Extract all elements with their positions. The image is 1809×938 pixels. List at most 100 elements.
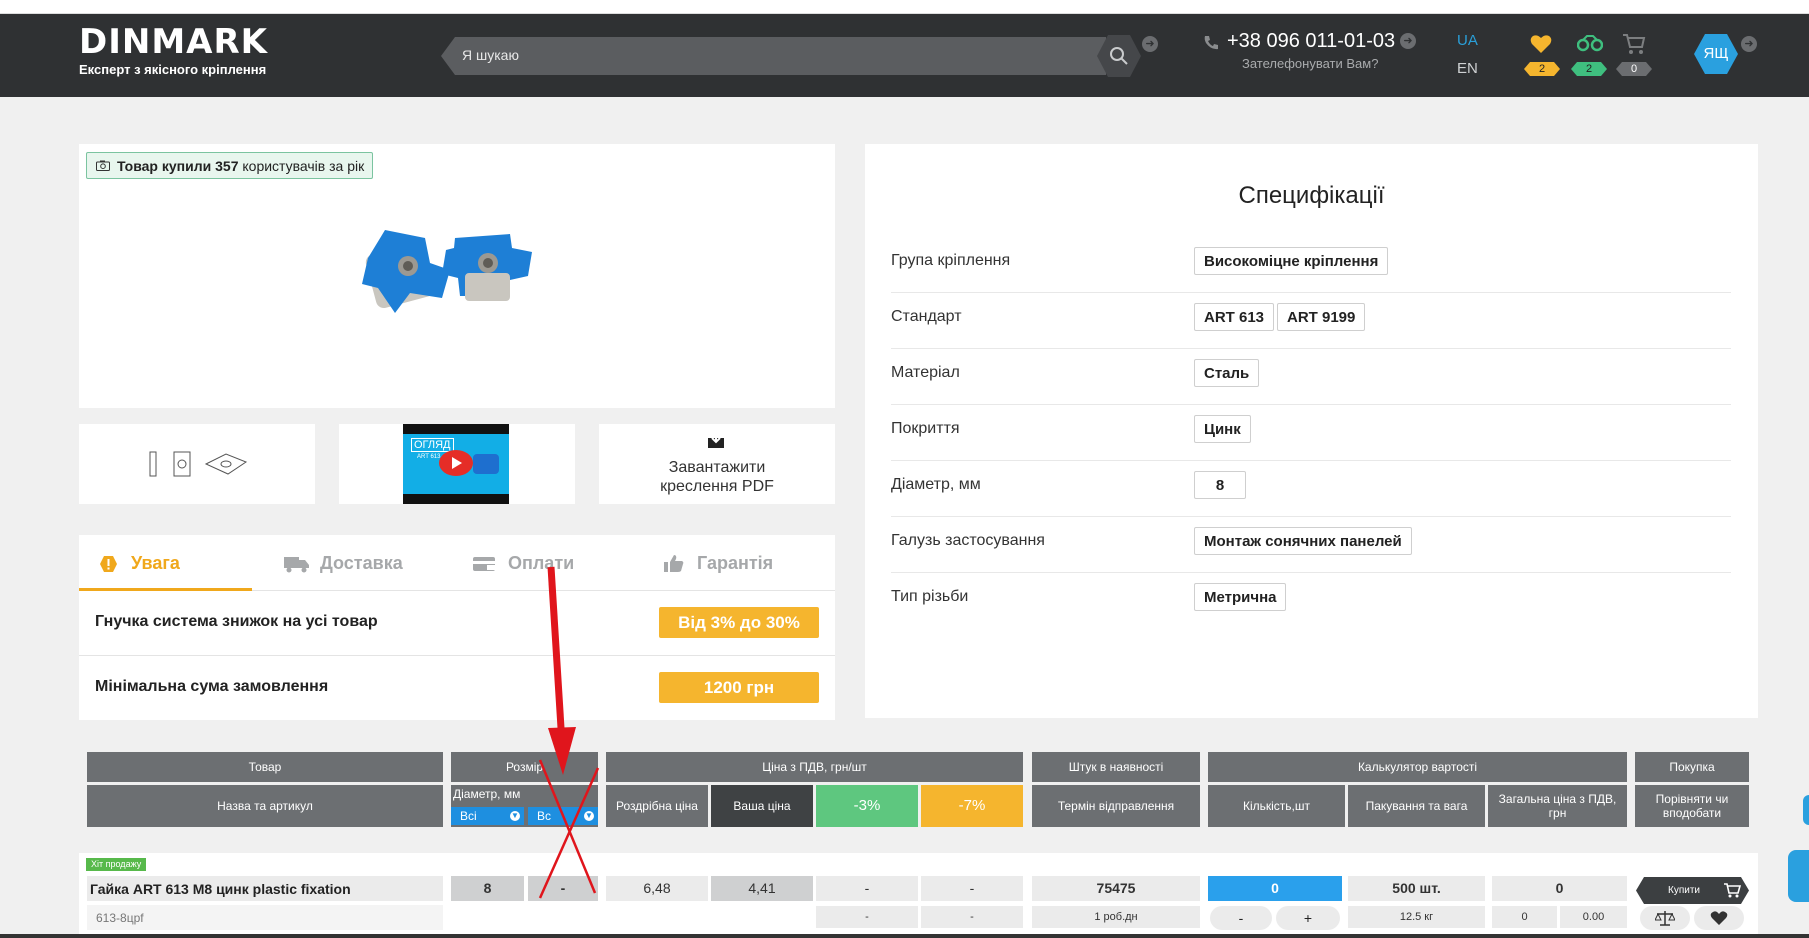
thumbs-up-icon bbox=[664, 555, 684, 572]
sh-total: Загальна ціна з ПДВ, грн bbox=[1488, 785, 1627, 827]
lang-ua[interactable]: UA bbox=[1457, 32, 1478, 49]
spec-label: Покриття bbox=[891, 420, 960, 437]
th-size: Розмір bbox=[451, 752, 598, 782]
specs-title: Специфікації bbox=[1238, 182, 1385, 209]
spec-divider bbox=[891, 404, 1731, 405]
minus-button[interactable]: - bbox=[1210, 906, 1272, 930]
spec-chip[interactable]: Монтаж сонячних панелей bbox=[1194, 527, 1412, 555]
th-stock: Штук в наявності bbox=[1032, 752, 1200, 782]
side-scroll-tab[interactable] bbox=[1803, 795, 1809, 825]
quantity-input[interactable]: 0 bbox=[1208, 876, 1342, 901]
spec-chip[interactable]: Цинк bbox=[1194, 415, 1251, 443]
spec-chip[interactable]: ART 9199 bbox=[1277, 303, 1366, 331]
spec-label: Група кріплення bbox=[891, 252, 1011, 269]
sh-retail-price: Роздрібна ціна bbox=[606, 785, 708, 827]
browser-bookmark-strip bbox=[0, 0, 1809, 14]
tab-attention[interactable]: Увага bbox=[131, 553, 180, 574]
video-caption: ОГЛЯД bbox=[411, 438, 454, 452]
tab-payment[interactable]: Оплати bbox=[508, 553, 574, 574]
th-purchase: Покупка bbox=[1635, 752, 1749, 782]
discount-pill: Від 3% до 30% bbox=[659, 607, 819, 638]
size-filter-select[interactable]: Вс ▼ bbox=[528, 807, 598, 825]
favorite-button[interactable] bbox=[1694, 906, 1744, 930]
chevron-down-icon: ▼ bbox=[584, 811, 594, 821]
retail-price-cell: 6,48 bbox=[606, 876, 708, 901]
video-preview: ОГЛЯД ART 613 bbox=[403, 424, 509, 504]
discount-label: Гнучка система знижок на усі товар bbox=[95, 613, 378, 630]
spec-label: Діаметр, мм bbox=[891, 476, 981, 493]
camera-icon bbox=[96, 160, 110, 171]
cart-count: 0 bbox=[1616, 62, 1652, 76]
product-photo[interactable] bbox=[350, 218, 560, 328]
sh-discount-3: -3% bbox=[816, 785, 918, 827]
buy-label: Купити bbox=[1668, 885, 1700, 896]
lang-en[interactable]: EN bbox=[1457, 60, 1478, 77]
spec-chip[interactable]: Сталь bbox=[1194, 359, 1260, 387]
side-chat-button[interactable] bbox=[1788, 850, 1809, 902]
heart-icon[interactable] bbox=[1529, 33, 1553, 55]
spec-divider bbox=[891, 292, 1731, 293]
spec-chip[interactable]: 8 bbox=[1194, 471, 1246, 499]
arrow-right-icon: ➜ bbox=[1142, 36, 1158, 52]
warning-icon bbox=[100, 556, 117, 572]
active-tab-underline bbox=[79, 588, 252, 591]
page-bottom-edge bbox=[0, 934, 1809, 938]
product-name-link[interactable]: Гайка ART 613 M8 цинк plastic fixation bbox=[90, 881, 351, 897]
download-pdf-button[interactable]: Завантажити креслення PDF bbox=[599, 424, 835, 504]
cart-icon[interactable] bbox=[1622, 33, 1646, 55]
heart-icon bbox=[1710, 911, 1728, 925]
plus-button[interactable]: + bbox=[1276, 906, 1340, 930]
download-label-2: креслення PDF bbox=[660, 478, 774, 495]
callback-link[interactable]: Зателефонувати Вам? bbox=[1242, 56, 1378, 71]
search-placeholder: Я шукаю bbox=[462, 47, 519, 63]
spec-label: Стандарт bbox=[891, 308, 962, 325]
specs-panel bbox=[865, 144, 1758, 718]
thumb-drawing[interactable] bbox=[79, 424, 315, 504]
sh-your-price: Ваша ціна bbox=[711, 785, 813, 827]
favorites-count: 2 bbox=[1524, 62, 1560, 76]
sh-name-article: Назва та артикул bbox=[87, 785, 443, 827]
video-sub: ART 613 bbox=[417, 454, 441, 460]
compare-count: 2 bbox=[1571, 62, 1607, 76]
thumb-video[interactable]: ОГЛЯД ART 613 bbox=[339, 424, 575, 504]
compare-icon[interactable] bbox=[1577, 34, 1603, 52]
product-code: 613-8цpf bbox=[96, 911, 144, 925]
discount7-cell: - bbox=[921, 876, 1023, 901]
diameter-filter-select[interactable]: Всі ▼ bbox=[451, 807, 524, 825]
truck-icon bbox=[284, 557, 309, 573]
spec-divider bbox=[891, 572, 1731, 573]
arrow-right-icon: ➜ bbox=[1400, 33, 1416, 49]
sh-diameter: Діаметр, мм bbox=[453, 787, 521, 801]
drawing-thumbnail-icon bbox=[149, 451, 248, 477]
tab-guarantee[interactable]: Гарантія bbox=[697, 553, 773, 574]
min-order-label: Мінімальна сума замовлення bbox=[95, 678, 329, 695]
weight-cell: 12.5 кг bbox=[1348, 906, 1485, 928]
play-icon[interactable] bbox=[439, 450, 473, 476]
compare-button[interactable] bbox=[1640, 906, 1690, 930]
buyers-badge: Товар купили 357 користувачів за рік bbox=[86, 152, 374, 179]
search-input[interactable] bbox=[441, 37, 1106, 75]
size-cell: - bbox=[528, 876, 598, 901]
th-product: Товар bbox=[87, 752, 443, 782]
packing-cell: 500 шт. bbox=[1348, 876, 1485, 901]
logo[interactable]: DINMARK bbox=[79, 22, 268, 62]
total-qty-cell: 0 bbox=[1492, 906, 1557, 928]
tab-delivery[interactable]: Доставка bbox=[320, 553, 403, 574]
your-price-cell: 4,41 bbox=[711, 876, 813, 901]
filter-value: Вс bbox=[537, 809, 552, 823]
spec-label: Галузь застосування bbox=[891, 532, 1045, 549]
discount3-cell: - bbox=[816, 876, 918, 901]
diameter-cell: 8 bbox=[451, 876, 524, 901]
spec-chip[interactable]: Метрична bbox=[1194, 583, 1287, 611]
spec-label: Тип різьби bbox=[891, 588, 969, 605]
total-cell: 0 bbox=[1492, 876, 1627, 901]
buyers-badge-text: користувачів за рік bbox=[242, 158, 365, 174]
discount7-sub-cell: - bbox=[921, 906, 1023, 928]
phone-number[interactable]: +38 096 011-01-03 bbox=[1227, 30, 1395, 53]
sh-ship-term: Термін відправлення bbox=[1032, 785, 1200, 827]
min-order-pill: 1200 грн bbox=[659, 672, 819, 703]
sh-discount-7: -7% bbox=[921, 785, 1023, 827]
spec-chip[interactable]: Високоміцне кріплення bbox=[1194, 247, 1389, 275]
spec-chip[interactable]: ART 613 bbox=[1194, 303, 1275, 331]
row-divider bbox=[79, 655, 835, 656]
